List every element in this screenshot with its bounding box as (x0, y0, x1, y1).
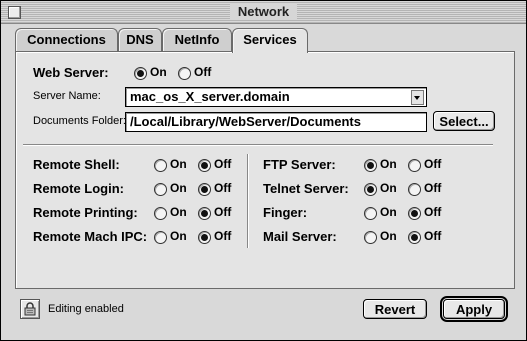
documents-folder-value: /Local/Library/WebServer/Documents (130, 114, 361, 129)
remote-mach-ipc-on-label[interactable]: On (170, 229, 187, 243)
editing-status: Editing enabled (48, 303, 124, 315)
remote-login-on-radio[interactable] (154, 183, 167, 196)
finger-on-radio[interactable] (364, 207, 377, 220)
telnet-server-on-label[interactable]: On (380, 181, 397, 195)
documents-folder-field[interactable]: /Local/Library/WebServer/Documents (125, 112, 427, 132)
mail-server-label: Mail Server: (263, 229, 337, 244)
documents-folder-label: Documents Folder: (33, 115, 126, 127)
server-name-value: mac_os_X_server.domain (130, 89, 290, 104)
web-server-off-radio[interactable] (178, 67, 191, 80)
web-server-label: Web Server: (33, 65, 109, 80)
ftp-server-on-radio[interactable] (364, 159, 377, 172)
web-server-off-label[interactable]: Off (194, 65, 211, 79)
remote-mach-ipc-label: Remote Mach IPC: (33, 229, 148, 244)
mail-server-off-label[interactable]: Off (424, 229, 441, 243)
remote-login-off-label[interactable]: Off (214, 181, 231, 195)
telnet-server-off-label[interactable]: Off (424, 181, 441, 195)
divider (23, 144, 493, 146)
remote-login-on-label[interactable]: On (170, 181, 187, 195)
revert-button[interactable]: Revert (363, 299, 427, 319)
tab-dns[interactable]: DNS (118, 28, 162, 51)
ftp-server-label: FTP Server: (263, 157, 336, 172)
web-server-on-radio[interactable] (134, 67, 147, 80)
telnet-server-off-radio[interactable] (408, 183, 421, 196)
tab-connections[interactable]: Connections (15, 28, 118, 51)
finger-label: Finger: (263, 205, 308, 220)
remote-login-off-radio[interactable] (198, 183, 211, 196)
server-name-combo[interactable]: mac_os_X_server.domain (125, 87, 427, 107)
remote-mach-ipc-off-label[interactable]: Off (214, 229, 231, 243)
lock-button[interactable] (20, 299, 40, 319)
remote-shell-on-label[interactable]: On (170, 157, 187, 171)
finger-off-radio[interactable] (408, 207, 421, 220)
telnet-server-on-radio[interactable] (364, 183, 377, 196)
ftp-server-on-label[interactable]: On (380, 157, 397, 171)
ftp-server-off-radio[interactable] (408, 159, 421, 172)
finger-off-label[interactable]: Off (424, 205, 441, 219)
remote-printing-label: Remote Printing: (33, 205, 138, 220)
telnet-server-label: Telnet Server: (263, 181, 349, 196)
ftp-server-off-label[interactable]: Off (424, 157, 441, 171)
mail-server-off-radio[interactable] (408, 231, 421, 244)
remote-printing-on-radio[interactable] (154, 207, 167, 220)
apply-button[interactable]: Apply (440, 296, 508, 322)
remote-login-label: Remote Login: (33, 181, 124, 196)
remote-mach-ipc-on-radio[interactable] (154, 231, 167, 244)
mail-server-on-label[interactable]: On (380, 229, 397, 243)
remote-printing-off-label[interactable]: Off (214, 205, 231, 219)
window-title: Network (229, 3, 298, 20)
mail-server-on-radio[interactable] (364, 231, 377, 244)
select-folder-button[interactable]: Select... (433, 111, 495, 131)
column-divider (247, 154, 249, 248)
remote-printing-on-label[interactable]: On (170, 205, 187, 219)
chevron-down-icon[interactable] (411, 90, 424, 105)
remote-shell-label: Remote Shell: (33, 157, 120, 172)
remote-shell-on-radio[interactable] (154, 159, 167, 172)
tab-services[interactable]: Services (232, 28, 308, 53)
remote-mach-ipc-off-radio[interactable] (198, 231, 211, 244)
server-name-label: Server Name: (33, 90, 101, 102)
remote-printing-off-radio[interactable] (198, 207, 211, 220)
remote-shell-off-radio[interactable] (198, 159, 211, 172)
web-server-on-label[interactable]: On (150, 65, 167, 79)
network-window: Network Connections DNS NetInfo Services… (0, 0, 527, 341)
tab-netinfo[interactable]: NetInfo (162, 28, 232, 51)
remote-shell-off-label[interactable]: Off (214, 157, 231, 171)
finger-on-label[interactable]: On (380, 205, 397, 219)
lock-icon (24, 302, 36, 316)
title-bar[interactable]: Network (1, 1, 526, 24)
